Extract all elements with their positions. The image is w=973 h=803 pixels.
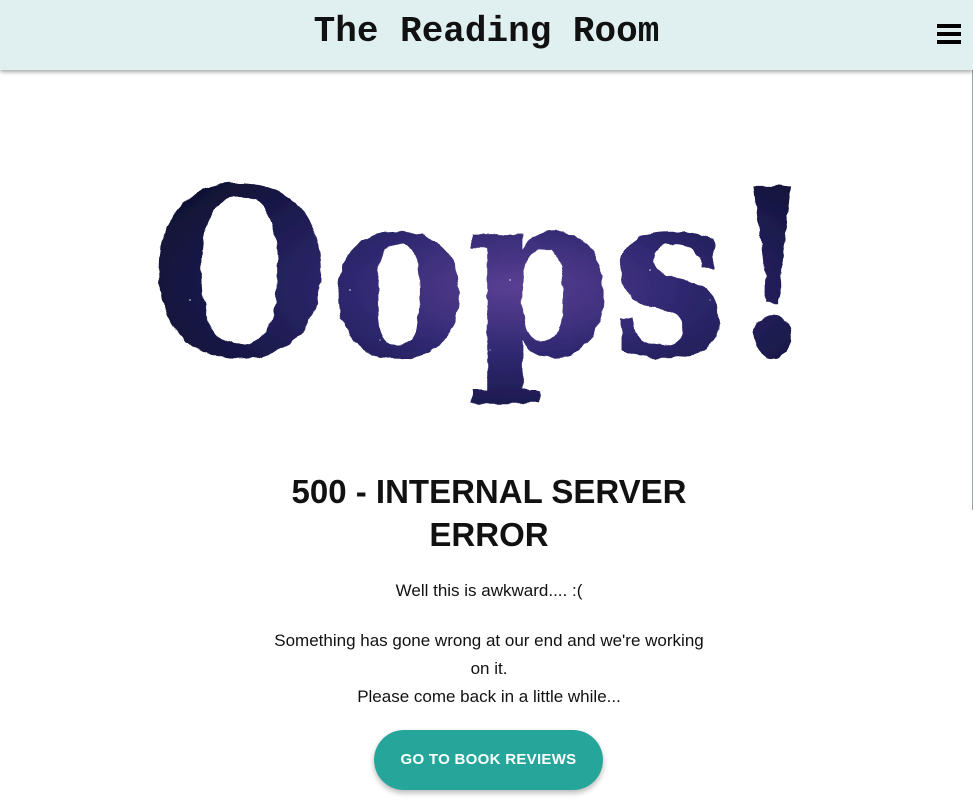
go-to-book-reviews-button[interactable]: GO TO BOOK REVIEWS: [374, 730, 603, 790]
error-subtitle: Well this is awkward.... :(: [395, 581, 583, 600]
oops-letters: Oops!: [150, 150, 818, 410]
menu-bar: [937, 32, 961, 36]
hamburger-menu-icon[interactable]: [937, 22, 961, 46]
menu-bar: [937, 24, 961, 28]
menu-bar: [937, 40, 961, 44]
error-title: 500 - INTERNAL SERVER ERROR: [291, 473, 687, 553]
error-message-line: Please come back in a little while...: [357, 687, 621, 706]
brand-logo-link[interactable]: The Reading Room: [0, 8, 973, 56]
oops-hero-image: Oops!: [150, 150, 830, 430]
error-message-line: Something has gone wrong at our end and …: [274, 631, 704, 678]
navbar: The Reading Room: [0, 0, 973, 70]
error-message: Something has gone wrong at our end and …: [269, 627, 709, 711]
oops-text: Oops!: [150, 150, 818, 410]
oops-graphic: Oops!: [150, 150, 818, 410]
